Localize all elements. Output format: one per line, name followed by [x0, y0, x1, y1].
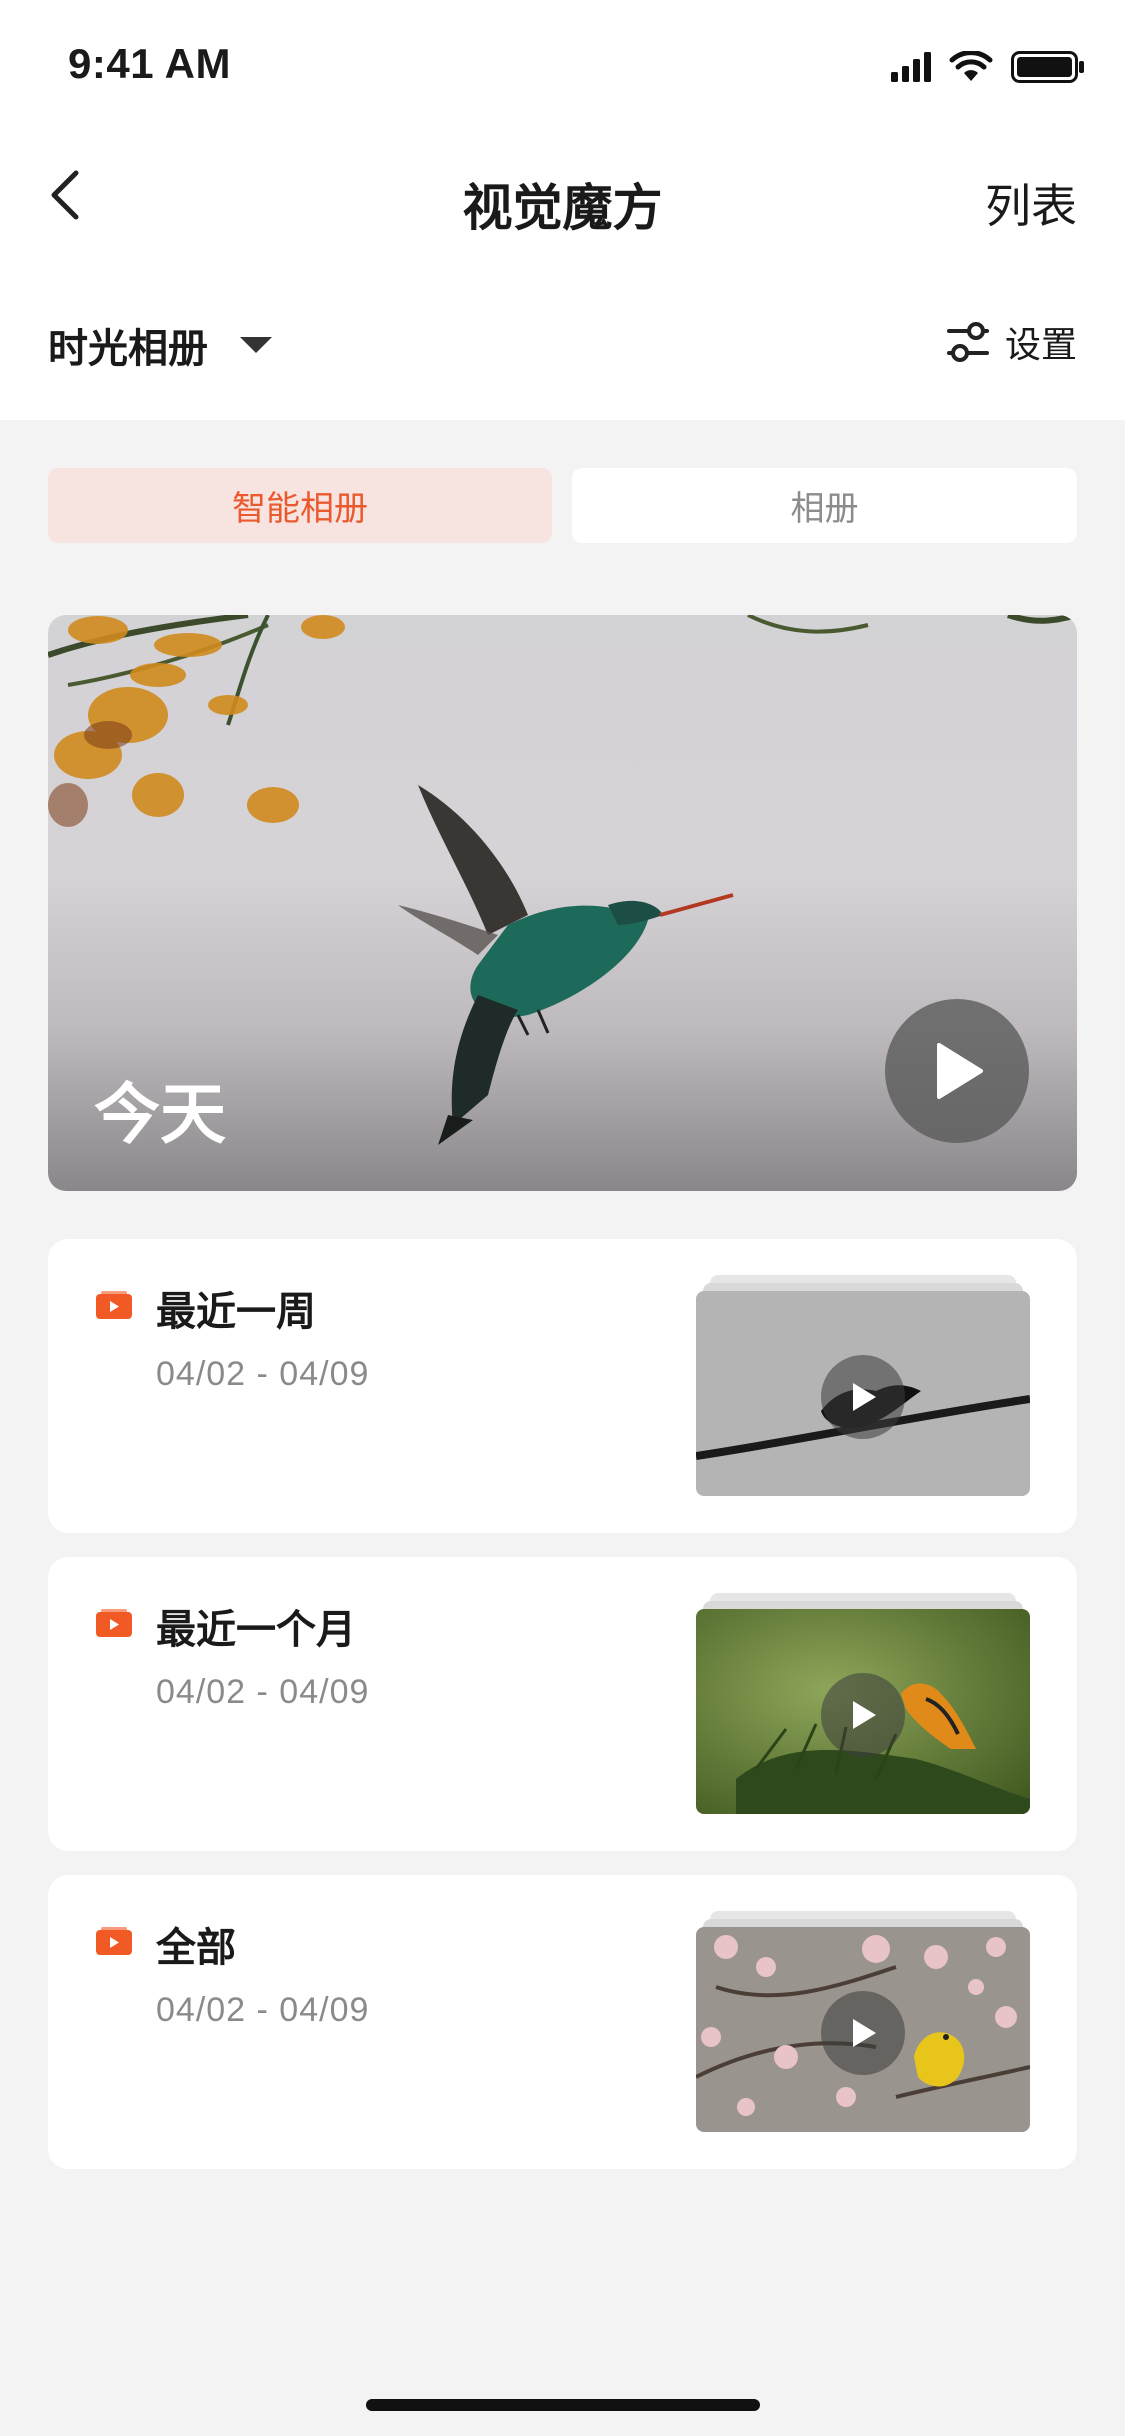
- thumbnail-play-button[interactable]: [821, 1673, 905, 1757]
- caret-down-icon: [240, 337, 272, 353]
- album-thumbnail-stack: [696, 1593, 1030, 1815]
- tab-smart-album[interactable]: 智能相册: [48, 468, 552, 543]
- album-thumbnail: [696, 1609, 1030, 1814]
- album-type-label: 时光相册: [48, 326, 208, 372]
- settings-label: 设置: [1004, 325, 1077, 366]
- album-date-range: 04/02 - 04/09: [156, 1673, 370, 1711]
- settings-button[interactable]: 设置: [946, 316, 1077, 368]
- play-icon: [853, 1701, 876, 1729]
- list-view-button[interactable]: 列表: [985, 170, 1077, 236]
- page-title: 视觉魔方: [462, 179, 663, 237]
- album-thumbnail-stack: [696, 1911, 1030, 2133]
- album-title: 最近一个月: [156, 1607, 356, 1653]
- album-card-week[interactable]: 最近一周 04/02 - 04/09: [48, 1239, 1077, 1533]
- album-title: 全部: [156, 1925, 236, 1971]
- album-type-dropdown[interactable]: 时光相册: [48, 316, 274, 374]
- play-icon: [853, 2019, 876, 2047]
- tab-album[interactable]: 相册: [572, 468, 1077, 543]
- wifi-icon: [949, 51, 993, 81]
- cellular-signal-icon: [891, 52, 931, 82]
- play-icon: [937, 1043, 983, 1099]
- sliders-icon: [946, 322, 989, 362]
- thumbnail-play-button[interactable]: [821, 1991, 905, 2075]
- album-date-range: 04/02 - 04/09: [156, 1355, 370, 1393]
- album-title: 最近一周: [156, 1289, 316, 1335]
- album-thumbnail: [696, 1927, 1030, 2132]
- hero-label: 今天: [94, 1076, 226, 1153]
- video-badge-icon: [96, 1927, 132, 1955]
- album-thumbnail: [696, 1291, 1030, 1496]
- today-video-card[interactable]: 今天: [48, 615, 1077, 1191]
- status-time: 9:41 AM: [68, 40, 231, 87]
- album-card-all[interactable]: 全部 04/02 - 04/09: [48, 1875, 1077, 2169]
- hero-play-button[interactable]: [885, 999, 1029, 1143]
- home-indicator: [366, 2399, 760, 2411]
- play-icon: [853, 1383, 876, 1411]
- video-badge-icon: [96, 1291, 132, 1319]
- battery-icon: [1011, 51, 1084, 83]
- album-thumbnail-stack: [696, 1275, 1030, 1497]
- album-card-month[interactable]: 最近一个月 04/02 - 04/09: [48, 1557, 1077, 1851]
- album-date-range: 04/02 - 04/09: [156, 1991, 370, 2029]
- status-icons: [891, 50, 1085, 84]
- video-badge-icon: [96, 1609, 132, 1637]
- thumbnail-play-button[interactable]: [821, 1355, 905, 1439]
